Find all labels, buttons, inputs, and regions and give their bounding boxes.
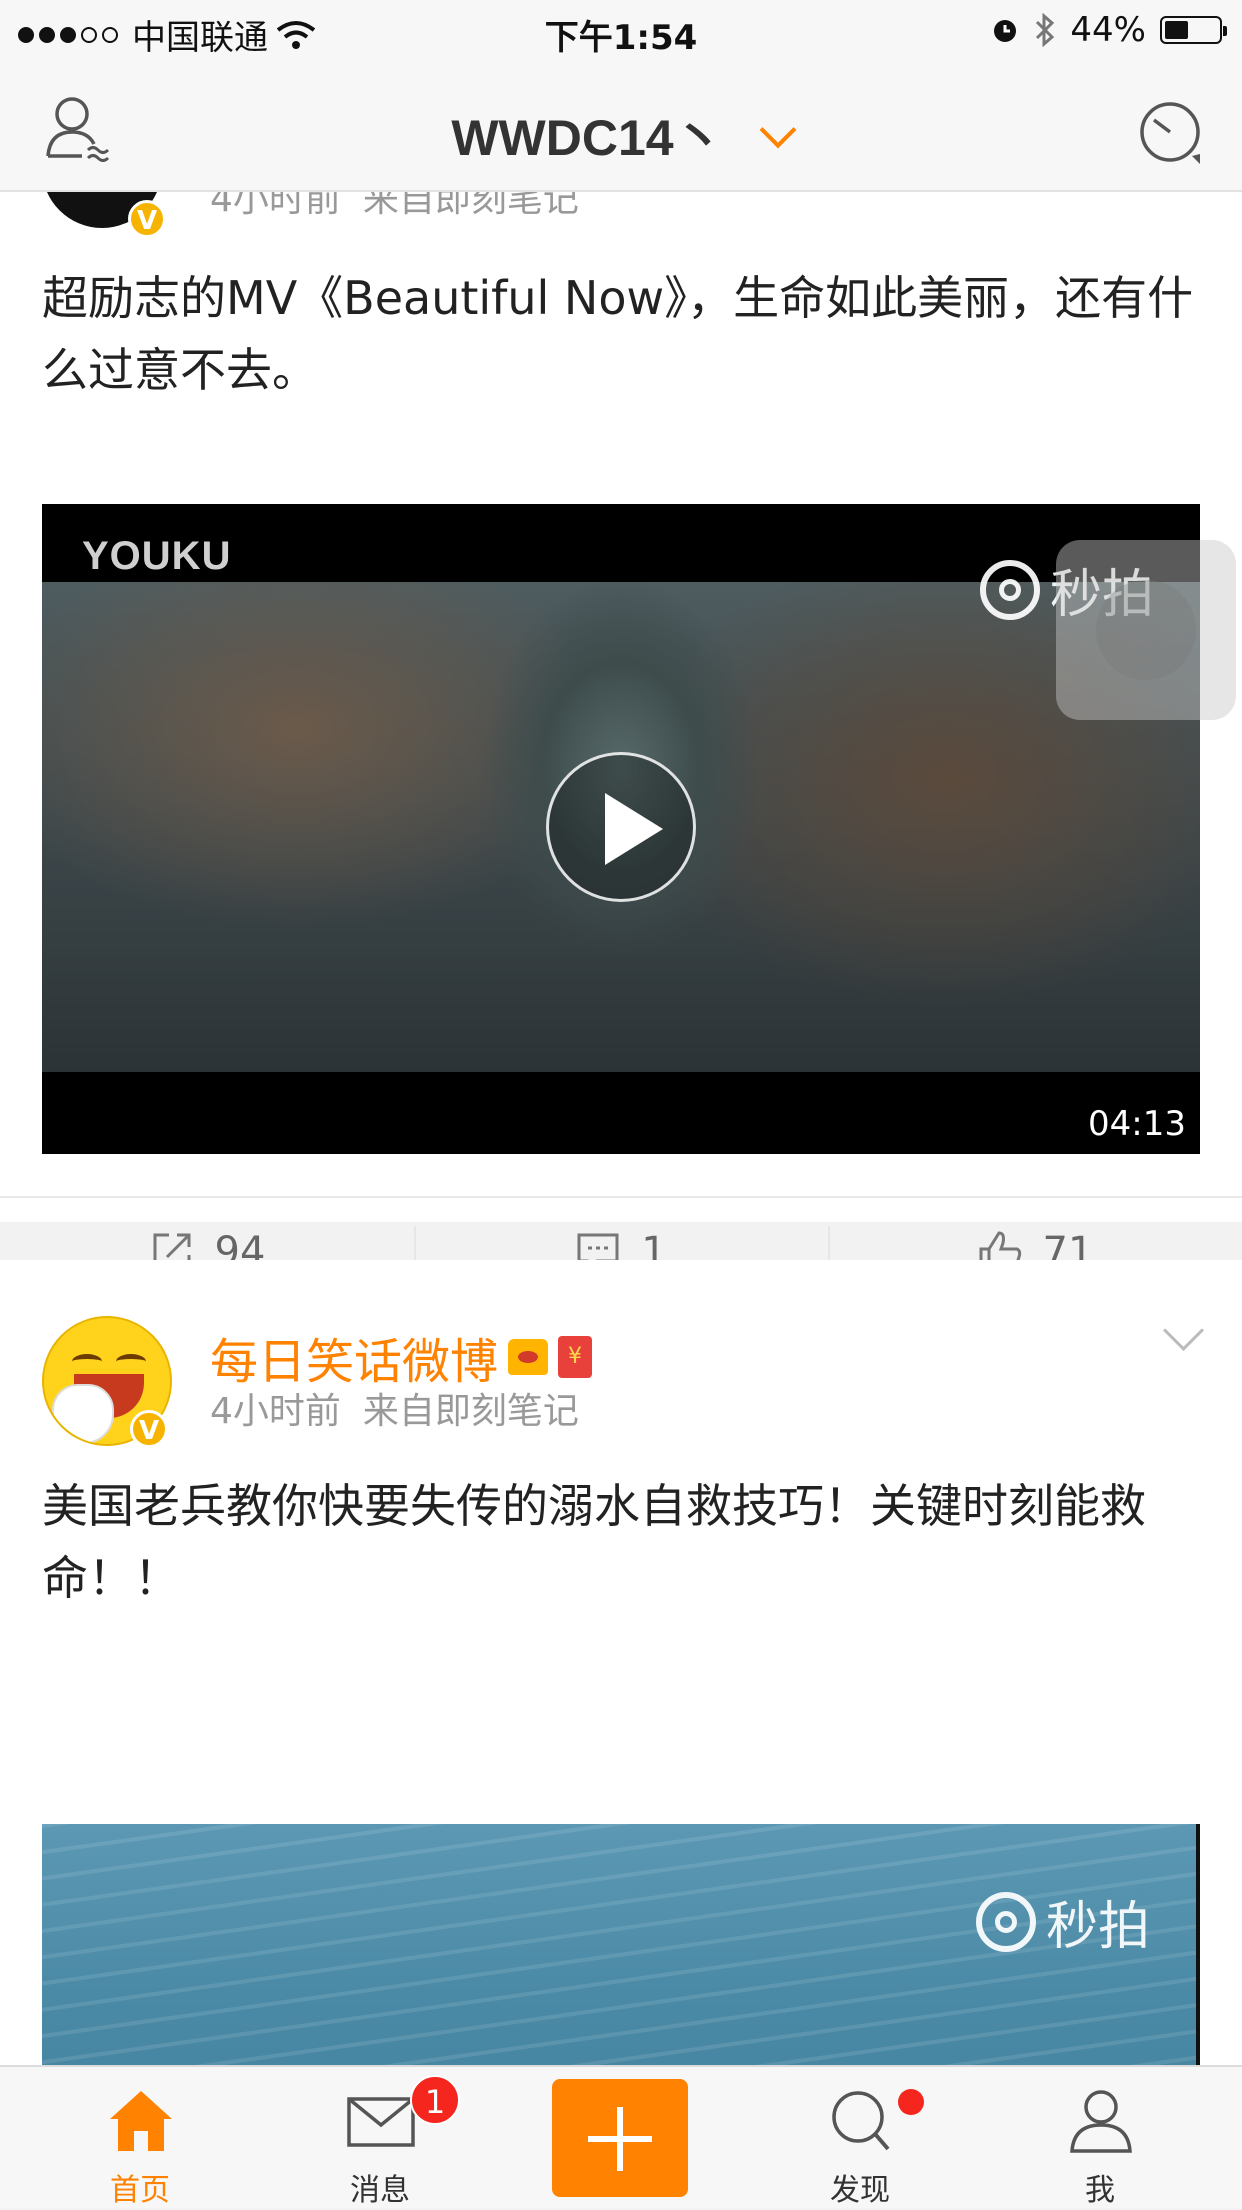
unread-badge: 1: [410, 2075, 460, 2125]
post-meta: 4小时前 来自即刻笔记: [210, 1382, 579, 1434]
post-time: 4小时前: [210, 192, 341, 220]
chevron-down-icon[interactable]: [1162, 1309, 1205, 1352]
post-text[interactable]: 超励志的MV《Beautiful Now》，生命如此美丽，还有什么过意不去。: [42, 262, 1200, 406]
tab-home[interactable]: 首页: [60, 2067, 220, 2210]
tab-messages[interactable]: 1 消息: [300, 2067, 460, 2210]
compose-button[interactable]: [552, 2079, 688, 2197]
watermark-text: 秒拍: [1045, 1897, 1150, 1957]
video-duration: 04:13: [1088, 1104, 1186, 1144]
radar-icon[interactable]: [1136, 98, 1204, 166]
verified-icon: V: [128, 200, 166, 238]
bluetooth-icon: [1036, 13, 1055, 47]
camera-icon: [975, 1891, 1036, 1952]
alarm-icon: [994, 20, 1017, 42]
status-bar: 中国联通 下午1:54 44%: [0, 0, 1242, 62]
battery-percent: 44%: [1070, 10, 1146, 50]
feed-card[interactable]: V 4小时前 来自即刻笔记 超励志的MV《Beautiful Now》，生命如此美…: [0, 192, 1242, 1280]
tab-bar: 首页 1 消息 发现 我: [0, 2065, 1242, 2208]
video-player[interactable]: YOUKU 秒拍 04:13: [42, 504, 1200, 1154]
post-source: 来自即刻笔记: [362, 1391, 579, 1432]
post-text[interactable]: 美国老兵教你快要失传的溺水自救技巧！关键时刻能救命！！: [42, 1470, 1200, 1614]
video-player[interactable]: 秒拍: [42, 1824, 1200, 2065]
group-switcher[interactable]: WWDC14丶: [0, 98, 1242, 170]
search-icon: [832, 2091, 890, 2151]
feed[interactable]: V 4小时前 来自即刻笔记 超励志的MV《Beautiful Now》，生命如此美…: [0, 192, 1242, 2065]
crown-icon[interactable]: [508, 1339, 549, 1375]
verified-icon: V: [130, 1410, 168, 1448]
tab-label: 首页: [110, 2173, 170, 2208]
tab-label: 我: [1085, 2173, 1115, 2208]
post-time: 4小时前: [210, 1391, 341, 1432]
post-source: 来自即刻笔记: [362, 192, 579, 220]
post-meta: 4小时前 来自即刻笔记: [210, 192, 579, 222]
notification-dot: [898, 2089, 924, 2115]
tab-me[interactable]: 我: [1020, 2067, 1180, 2210]
tab-label: 发现: [830, 2173, 890, 2208]
mail-icon: [347, 2097, 415, 2147]
red-packet-icon[interactable]: ¥: [558, 1336, 593, 1378]
nav-title: WWDC14丶: [451, 110, 724, 166]
home-icon: [110, 2091, 172, 2151]
tab-discover[interactable]: 发现: [780, 2067, 940, 2210]
chevron-down-icon: [759, 111, 797, 149]
camera-icon: [979, 559, 1040, 620]
miaopai-watermark: 秒拍: [975, 1884, 1150, 1959]
battery-icon: [1160, 16, 1227, 44]
feed-card[interactable]: V 每日笑话微博 ¥ 4小时前 来自即刻笔记 美国老兵教你快要失传的溺水自救技巧！…: [0, 1260, 1242, 2065]
nav-bar: WWDC14丶: [0, 62, 1242, 192]
person-icon: [1070, 2090, 1132, 2153]
floating-assistive-handle[interactable]: [1056, 540, 1236, 720]
play-button[interactable]: [546, 752, 696, 902]
youku-logo: YOUKU: [82, 534, 232, 578]
tab-label: 消息: [350, 2173, 410, 2208]
